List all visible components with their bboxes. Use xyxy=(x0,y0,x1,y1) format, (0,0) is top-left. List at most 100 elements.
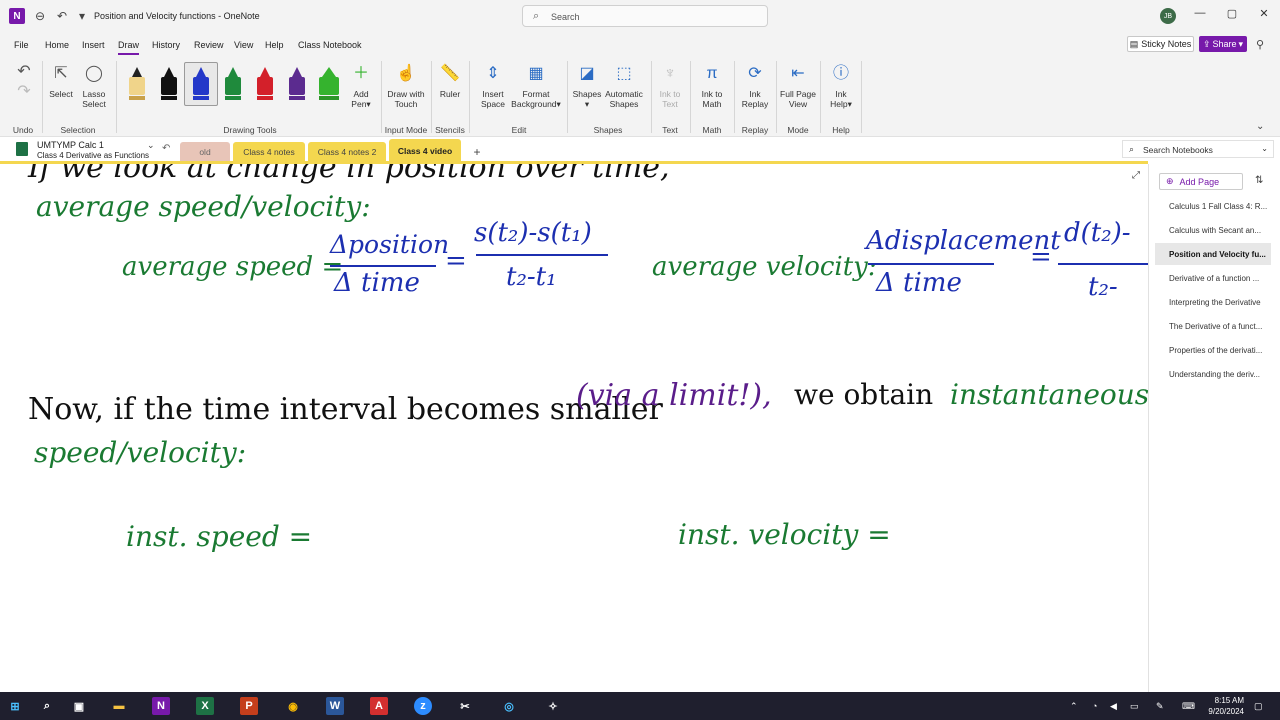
pen-red[interactable] xyxy=(257,67,273,100)
tab-file[interactable]: File xyxy=(14,40,29,50)
back-icon[interactable]: ⊖ xyxy=(32,8,48,24)
ruler-button[interactable]: 📏 Ruler xyxy=(436,63,464,99)
ink-inst-velocity: inst. velocity = xyxy=(678,518,891,551)
collapse-ribbon-icon[interactable]: ⌄ xyxy=(1256,121,1264,132)
shapes-icon: ◪ xyxy=(579,65,595,82)
undo-icon[interactable]: ↶ xyxy=(54,8,70,24)
pen-tip xyxy=(292,67,302,77)
full-page-view-button[interactable]: ⇤ Full Page View xyxy=(780,63,816,109)
snipping-tool-icon[interactable]: ✂ xyxy=(456,697,474,715)
pen-purple[interactable] xyxy=(289,67,305,100)
lasso-select-button[interactable]: ◯ Lasso Select xyxy=(78,63,110,109)
add-page-label: Add Page xyxy=(1179,176,1220,187)
ink-inst-speed: inst. speed = xyxy=(126,520,313,553)
windows-start-icon[interactable]: ⊞ xyxy=(6,697,24,715)
tab-history[interactable]: History xyxy=(152,40,180,50)
page-item-active[interactable]: Position and Velocity fu... xyxy=(1155,243,1271,265)
notifications-icon[interactable]: ▢ xyxy=(1254,701,1263,712)
share-button[interactable]: ⇪ Share ▾ xyxy=(1199,36,1247,52)
pen-icon[interactable]: ✎ xyxy=(1156,701,1164,712)
select-tool-button[interactable]: ⇱ Select xyxy=(46,63,76,99)
zoom-icon[interactable]: z xyxy=(414,697,432,715)
close-button[interactable]: ✕ xyxy=(1256,7,1272,23)
notebook-name[interactable]: UMTYMP Calc 1 xyxy=(37,140,104,150)
sort-icon[interactable]: ⇅ xyxy=(1255,175,1263,186)
quick-access-dropdown-icon[interactable]: ▾ xyxy=(74,8,90,24)
touch-icon: ☝ xyxy=(396,65,416,82)
chrome-icon[interactable]: ◉ xyxy=(284,697,302,715)
section-tab-class-4-notes[interactable]: Class 4 notes xyxy=(233,142,305,162)
keyboard-icon[interactable]: ⌨ xyxy=(1182,701,1195,712)
pin-icon[interactable]: ⚲ xyxy=(1256,38,1264,51)
pen-tip xyxy=(322,67,336,77)
section-tab-class-4-notes-2[interactable]: Class 4 notes 2 xyxy=(308,142,386,162)
avatar[interactable]: JB xyxy=(1160,8,1176,24)
format-bg-label-1: Format xyxy=(522,89,550,99)
add-page-button[interactable]: ⊕ Add Page xyxy=(1159,173,1243,190)
page-item[interactable]: Derivative of a function ... xyxy=(1155,267,1271,289)
sticky-notes-button[interactable]: ▤ Sticky Notes xyxy=(1127,36,1194,52)
page-item[interactable]: Properties of the derivati... xyxy=(1155,339,1271,361)
section-tab-old[interactable]: old xyxy=(180,142,230,162)
taskbar-clock[interactable]: 8:15 AM 9/20/2024 xyxy=(1200,695,1244,717)
ink-help-button[interactable]: ⓘ Ink Help▾ xyxy=(826,63,856,109)
screen-recorder-icon[interactable]: ◎ xyxy=(500,697,518,715)
onenote-taskbar-icon[interactable]: N xyxy=(152,697,170,715)
word-icon[interactable]: W xyxy=(326,697,344,715)
tab-help[interactable]: Help xyxy=(265,40,284,50)
ink-to-text-button[interactable]: ♆ Ink to Text xyxy=(656,63,684,109)
page-item[interactable]: Understanding the deriv... xyxy=(1155,363,1271,385)
group-label-undo: Undo xyxy=(12,125,34,135)
search-box[interactable]: ⌕ Search xyxy=(522,5,768,27)
tab-home[interactable]: Home xyxy=(45,40,69,50)
tab-review[interactable]: Review xyxy=(194,40,224,50)
file-explorer-icon[interactable]: ▬ xyxy=(110,697,128,715)
page-item[interactable]: Interpreting the Derivative xyxy=(1155,291,1271,313)
page-item[interactable]: The Derivative of a funct... xyxy=(1155,315,1271,337)
ink-instantaneous: instantaneous xyxy=(950,378,1148,411)
page-item[interactable]: Calculus with Secant an... xyxy=(1155,219,1271,241)
pen-green[interactable] xyxy=(225,67,241,100)
minimize-button[interactable]: — xyxy=(1192,7,1208,23)
tab-class-notebook[interactable]: Class Notebook xyxy=(298,40,362,50)
chevron-up-icon[interactable]: ⌃ xyxy=(1070,701,1078,712)
page-item[interactable]: Calculus 1 Fall Class 4: R... xyxy=(1155,195,1271,217)
ink-replay-button[interactable]: ⟳ Ink Replay xyxy=(740,63,770,109)
pen-black[interactable] xyxy=(161,67,177,100)
tab-insert[interactable]: Insert xyxy=(82,40,105,50)
group-label-stencils: Stencils xyxy=(435,125,465,135)
chevron-down-icon: ▾ xyxy=(556,99,561,109)
window-title: Position and Velocity functions - OneNot… xyxy=(94,11,260,21)
add-section-icon[interactable]: + xyxy=(470,146,484,160)
insert-space-button[interactable]: ⇕ Insert Space xyxy=(476,63,510,109)
volume-icon[interactable]: ◀ xyxy=(1110,701,1117,712)
note-canvas[interactable]: If we look at change in position over ti… xyxy=(0,164,1148,692)
network-icon[interactable]: ◔ xyxy=(1092,701,1097,711)
chevron-down-icon[interactable]: ⌄ xyxy=(147,140,155,151)
add-pen-button[interactable]: ＋ Add Pen▾ xyxy=(348,63,374,109)
powerpoint-icon[interactable]: P xyxy=(240,697,258,715)
excel-icon[interactable]: X xyxy=(196,697,214,715)
section-tab-class-4-video[interactable]: Class 4 video xyxy=(389,139,461,162)
tab-view[interactable]: View xyxy=(234,40,253,50)
search-notebooks-box[interactable]: ⌕ Search Notebooks ⌄ xyxy=(1122,140,1274,158)
pen-gold[interactable] xyxy=(129,67,145,100)
automatic-shapes-button[interactable]: ⬚ Automatic Shapes xyxy=(603,63,645,109)
highlighter-green[interactable] xyxy=(319,67,339,100)
tab-draw[interactable]: Draw xyxy=(118,40,140,55)
navigate-back-icon[interactable]: ↶ xyxy=(162,143,170,154)
format-background-button[interactable]: ▦ Format Background▾ xyxy=(510,63,562,109)
clock-time: 8:15 AM xyxy=(1214,696,1244,705)
battery-icon[interactable]: ▭ xyxy=(1130,701,1139,712)
app-icon[interactable]: ✧ xyxy=(544,697,562,715)
expand-icon[interactable]: ⤢ xyxy=(1132,170,1140,181)
acrobat-icon[interactable]: A xyxy=(370,697,388,715)
draw-with-touch-button[interactable]: ☝ Draw with Touch xyxy=(386,63,426,109)
task-view-icon[interactable]: ▣ xyxy=(70,697,88,715)
maximize-button[interactable]: ▢ xyxy=(1224,7,1240,23)
ink-to-math-button[interactable]: π Ink to Math xyxy=(696,63,728,109)
ribbon-redo-button[interactable]: ↷ xyxy=(16,81,32,107)
taskbar-search-icon[interactable]: ⌕ xyxy=(38,697,56,715)
shapes-button[interactable]: ◪ Shapes ▾ xyxy=(572,63,602,109)
pen-blue[interactable] xyxy=(193,67,209,100)
